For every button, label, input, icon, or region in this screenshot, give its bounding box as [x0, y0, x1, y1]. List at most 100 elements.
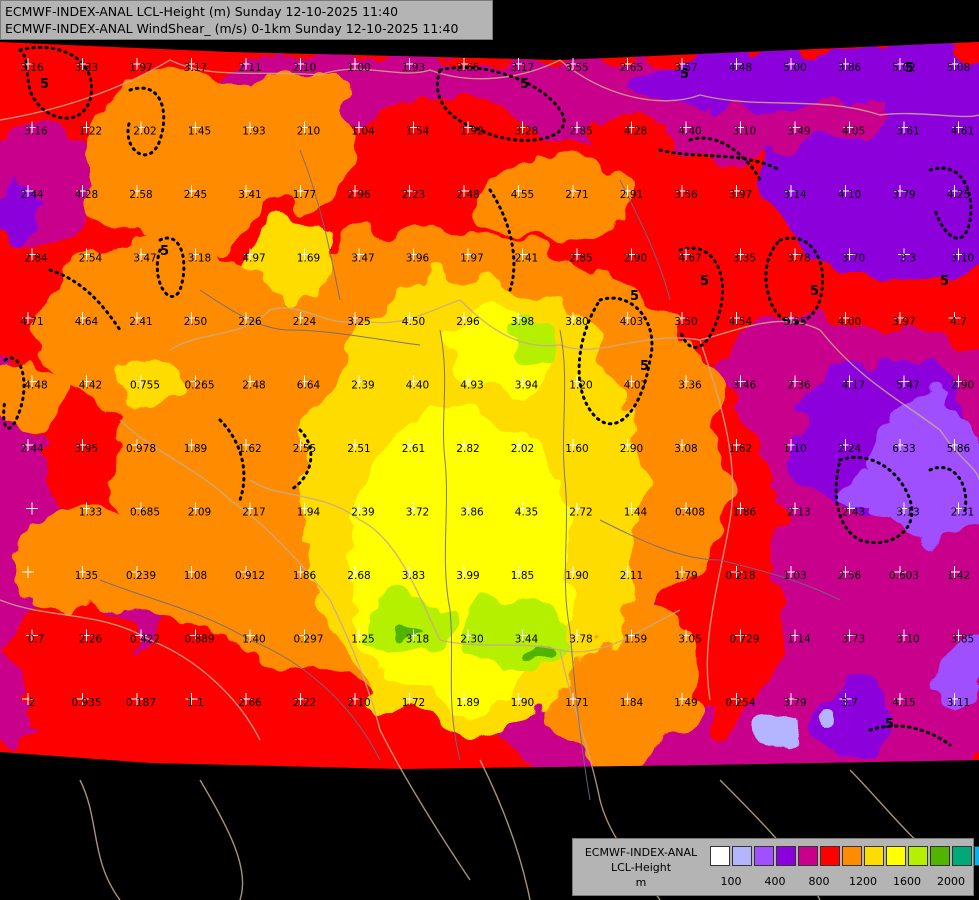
- windshear-value: 2.30: [460, 634, 483, 646]
- legend-swatch: [886, 846, 906, 866]
- contour-label: 5: [520, 77, 529, 92]
- windshear-value: 2.56: [838, 570, 862, 582]
- windshear-value: 3.57: [674, 62, 697, 74]
- windshear-value: 3.46: [733, 380, 757, 392]
- windshear-value: 1.89: [456, 697, 479, 709]
- windshear-value: 2.10: [297, 126, 320, 138]
- windshear-value: 4.55: [511, 189, 534, 201]
- windshear-value: 4.17: [842, 380, 865, 392]
- windshear-value: 2.43: [842, 507, 865, 519]
- contour-label: 5: [700, 274, 709, 289]
- windshear-value: 4.61: [951, 126, 974, 138]
- windshear-value: 3.33: [75, 62, 98, 74]
- windshear-value: 1.42: [947, 570, 970, 582]
- windshear-value: 3.47: [351, 253, 374, 265]
- windshear-value: 2.71: [565, 189, 588, 201]
- legend-tick-label: 100: [720, 875, 742, 888]
- windshear-value: 1.45: [188, 126, 211, 138]
- colour-legend: ECMWF-INDEX-ANAL LCL-Height m 100 400 800 1…: [572, 838, 979, 896]
- windshear-value: 1.33: [79, 507, 102, 519]
- windshear-value: 4.40: [406, 380, 429, 392]
- windshear-value: 3.36: [678, 380, 702, 392]
- windshear-value: 4.15: [892, 697, 915, 709]
- windshear-value: 1.44: [624, 507, 648, 519]
- windshear-value: 0.729: [729, 634, 759, 646]
- windshear-value: 0.265: [184, 380, 214, 392]
- windshear-value: 1.20: [569, 380, 592, 392]
- windshear-value: 2.44: [20, 189, 44, 201]
- windshear-value: 0.297: [293, 634, 323, 646]
- contour-label: 5: [640, 359, 649, 374]
- legend-swatch: [974, 846, 979, 866]
- windshear-value: 2.90: [620, 443, 643, 455]
- windshear-value: 0.935: [71, 697, 101, 709]
- windshear-value: 2.68: [347, 570, 370, 582]
- windshear-value: 3.97: [729, 189, 752, 201]
- windshear-value: 1.97: [129, 62, 152, 74]
- legend-swatch: [754, 846, 774, 866]
- windshear-value: 1.97: [460, 253, 483, 265]
- contour-label: 5: [40, 77, 49, 92]
- windshear-value: 0.755: [130, 380, 160, 392]
- windshear-value: 1.93: [242, 126, 265, 138]
- windshear-value: 2.39: [351, 507, 374, 519]
- windshear-value: 1.79: [674, 570, 697, 582]
- windshear-value: 1.77: [293, 189, 316, 201]
- windshear-value: 3.7: [841, 697, 858, 709]
- legend-parameter: LCL-Height: [610, 861, 672, 874]
- windshear-value: 2.55: [293, 443, 316, 455]
- windshear-value: 3.17: [511, 62, 534, 74]
- windshear-value: 4.64: [75, 316, 99, 328]
- windshear-value: 1.62: [729, 443, 752, 455]
- windshear-value: 1.84: [620, 697, 644, 709]
- legend-swatch: [732, 846, 752, 866]
- windshear-value: 2.09: [188, 507, 211, 519]
- windshear-value: 3.28: [515, 126, 538, 138]
- windshear-value: 2.50: [184, 316, 207, 328]
- windshear-value: 3.97: [892, 316, 915, 328]
- windshear-value: 5.02: [892, 62, 915, 74]
- windshear-value: 0.187: [126, 697, 156, 709]
- windshear-value: 0.218: [725, 570, 755, 582]
- windshear-value: 2.65: [456, 62, 479, 74]
- windshear-value: 2.66: [238, 697, 262, 709]
- windshear-value: 4.10: [838, 189, 861, 201]
- contour-label: 5: [160, 244, 169, 259]
- windshear-value: 2.31: [951, 507, 974, 519]
- windshear-value: 2.02: [133, 126, 156, 138]
- legend-swatch: [820, 846, 840, 866]
- legend-swatch: [864, 846, 884, 866]
- windshear-value: 6.64: [297, 380, 321, 392]
- contour-label: 5: [630, 289, 639, 304]
- windshear-value: 0.408: [675, 507, 705, 519]
- windshear-value: 1.86: [733, 507, 757, 519]
- windshear-value: 2.36: [787, 380, 811, 392]
- windshear-value: 2.61: [402, 443, 425, 455]
- windshear-value: 1.93: [402, 62, 425, 74]
- windshear-value: 1.94: [297, 507, 321, 519]
- windshear-value: 3.44: [515, 634, 539, 646]
- windshear-value: 4.03: [620, 316, 643, 328]
- lcl-height-map: 555555555 55 3.16 3.33 1.97 3.17 2.11 2.10 1.00…: [0, 0, 979, 900]
- windshear-value: 3.70: [842, 253, 865, 265]
- windshear-value: 1.90: [565, 570, 588, 582]
- windshear-value: 3.05: [678, 634, 701, 646]
- windshear-value: 3.18: [188, 253, 211, 265]
- windshear-value: 3.16: [20, 62, 44, 74]
- windshear-value: 3.35: [733, 253, 756, 265]
- legend-swatch: [842, 846, 862, 866]
- windshear-value: 3.49: [787, 126, 810, 138]
- windshear-value: 3.96: [406, 253, 430, 265]
- windshear-value: 1.86: [293, 570, 317, 582]
- windshear-value: 1.1: [187, 697, 204, 709]
- windshear-value: 2.45: [184, 189, 207, 201]
- windshear-value: 3.85: [951, 634, 974, 646]
- windshear-value: 3.55: [783, 316, 806, 328]
- windshear-value: 2.84: [24, 253, 48, 265]
- windshear-value: 1.08: [184, 570, 207, 582]
- legend-tick-label: 800: [808, 875, 830, 888]
- legend-unit: m: [635, 876, 647, 889]
- windshear-value: 4.28: [75, 189, 98, 201]
- windshear-value: 3.79: [892, 189, 915, 201]
- windshear-value: 3.56: [674, 189, 698, 201]
